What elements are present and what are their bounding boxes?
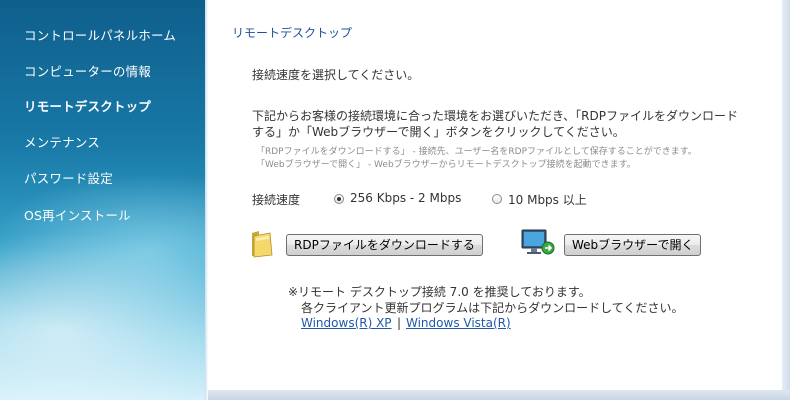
description-line-2: する」か「Webブラウザーで開く」ボタンをクリックしてください。 [252, 125, 625, 139]
speed-radio-10m[interactable] [492, 194, 502, 204]
sidebar: コントロールパネルホーム コンピューターの情報 リモートデスクトップ メンテナン… [0, 0, 205, 400]
sidebar-item-remote-desktop[interactable]: リモートデスクトップ [24, 96, 151, 115]
page-title: リモートデスクトップ [232, 26, 353, 40]
speed-label: 接続速度 [252, 193, 301, 207]
speed-radio-256k-2m[interactable] [334, 194, 344, 204]
link-windows-xp[interactable]: Windows(R) XP [301, 316, 392, 330]
note-line-1: 「RDPファイルをダウンロードする」 - 接続先、ユーザー名をRDPファイルとし… [256, 147, 697, 157]
folder-icon [250, 228, 274, 258]
download-rdp-button[interactable]: RDPファイルをダウンロードする [286, 234, 483, 256]
main-panel: リモートデスクトップ 接続速度を選択してください。 下記からお客様の接続環境に合… [208, 0, 782, 390]
open-in-browser-button[interactable]: Webブラウザーで開く [564, 234, 702, 256]
footnote-line-1: ※リモート デスクトップ接続 7.0 を推奨しております。 [288, 285, 591, 299]
remote-monitor-icon [520, 228, 556, 258]
sidebar-item-control-panel-home[interactable]: コントロールパネルホーム [24, 25, 176, 44]
instruction-text: 接続速度を選択してください。 [252, 68, 420, 82]
window-right-edge [782, 0, 790, 400]
speed-option-label-10m[interactable]: 10 Mbps 以上 [508, 191, 587, 208]
speed-option-label-256k-2m[interactable]: 256 Kbps - 2 Mbps [350, 191, 461, 205]
sidebar-item-computer-info[interactable]: コンピューターの情報 [24, 61, 151, 80]
note-line-2: 「Webブラウザーで開く」 - Webブラウザーからリモートデスクトップ接続を起… [256, 160, 636, 170]
window-bottom-edge [208, 390, 790, 400]
footnote-line-2: 各クライアント更新プログラムは下記からダウンロードしてください。 [301, 301, 684, 315]
description-line-1: 下記からお客様の接続環境に合った環境をお選びいただき、「RDPファイルをダウンロ… [252, 109, 738, 123]
link-windows-vista[interactable]: Windows Vista(R) [406, 316, 511, 330]
link-separator: | [397, 316, 402, 330]
sidebar-item-os-reinstall[interactable]: OS再インストール [24, 205, 131, 224]
sidebar-item-maintenance[interactable]: メンテナンス [24, 132, 100, 151]
sidebar-item-password-settings[interactable]: パスワード設定 [24, 168, 113, 187]
